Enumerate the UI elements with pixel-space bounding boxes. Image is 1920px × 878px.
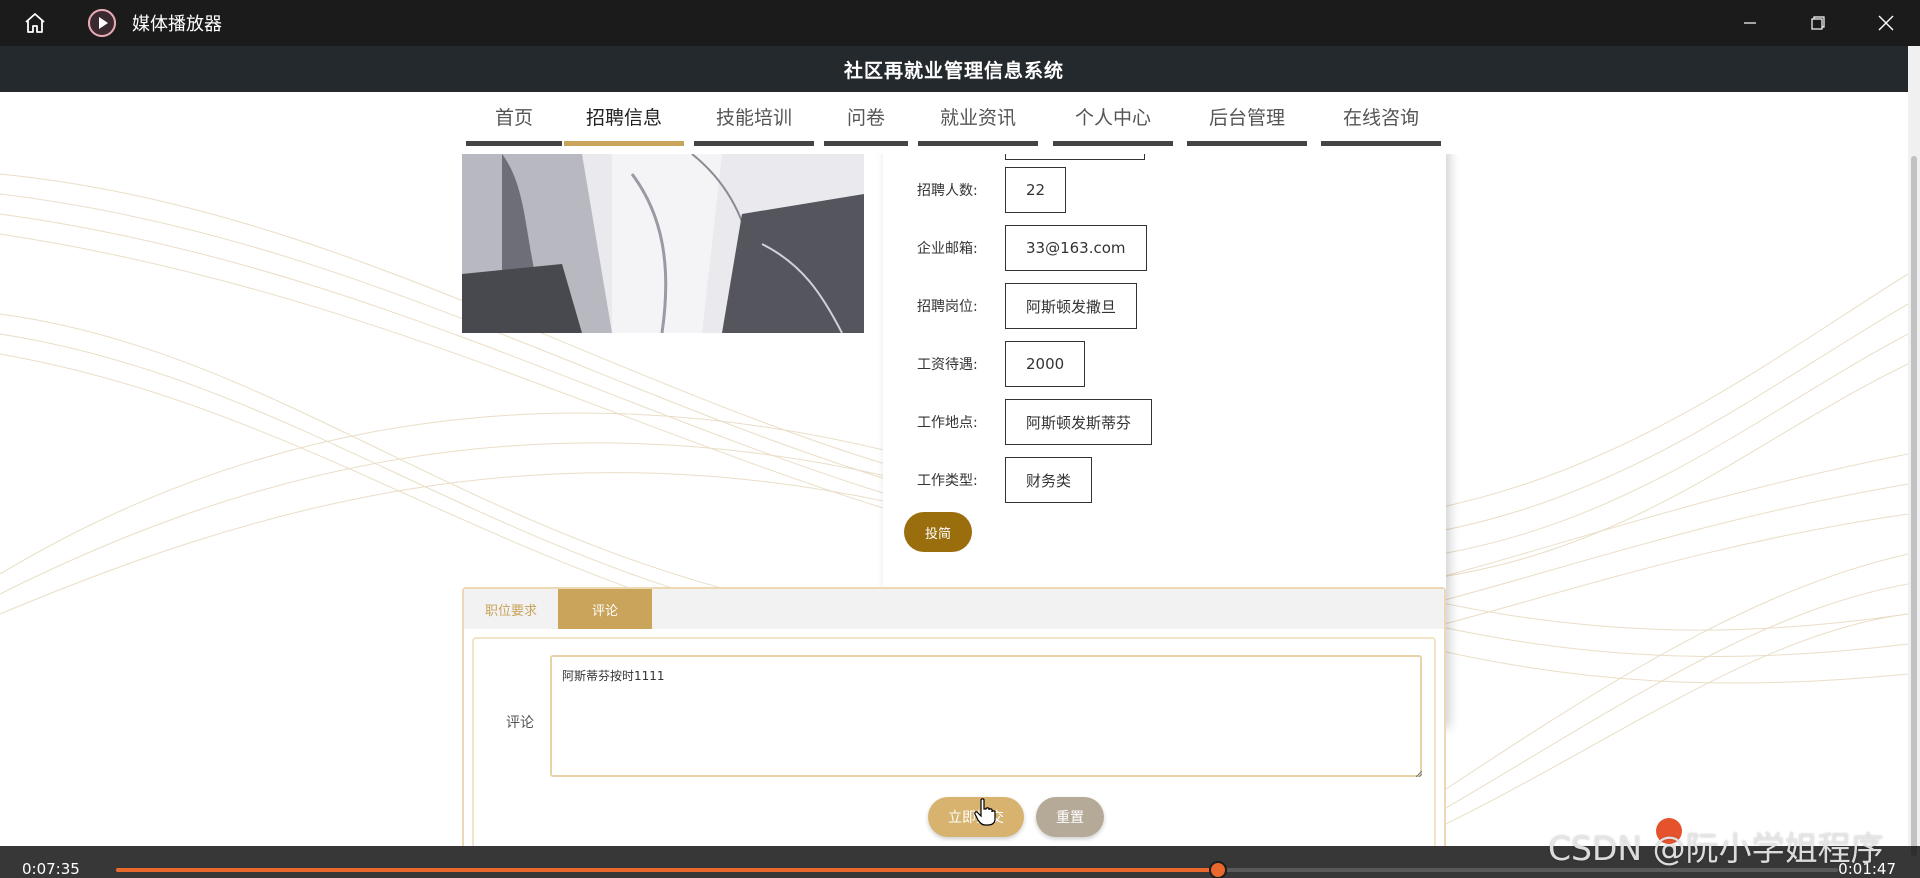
nav-label: 问卷 (846, 107, 885, 129)
field-row: 工资待遇: 2000 (883, 340, 1446, 388)
home-icon[interactable] (12, 0, 58, 46)
scrollbar-thumb[interactable] (1911, 156, 1917, 856)
field-label: 工作地点: (917, 415, 978, 431)
field-row: 企业邮箱: 33@163.com (883, 224, 1446, 272)
resize-grip-icon[interactable] (1414, 769, 1422, 777)
nav-item-home[interactable]: 首页 (466, 92, 562, 146)
nav-label: 就业资讯 (939, 107, 1016, 129)
field-row: 招聘岗位: 阿斯顿发撒旦 (883, 282, 1446, 330)
watermark-text: CSDN @阮小学姐程序 (1548, 829, 1884, 868)
field-value-email: 33@163.com (1005, 225, 1147, 271)
field-value-type: 财务类 (1005, 457, 1093, 503)
apply-button[interactable]: 投简 (904, 512, 972, 552)
field-value-salary: 2000 (1005, 341, 1086, 387)
tab-requirements[interactable]: 职位要求 (464, 589, 558, 629)
field-label: 工作类型: (917, 473, 978, 489)
field-row: 招聘人数: 22 (883, 166, 1446, 214)
close-icon[interactable] (1852, 0, 1920, 46)
field-value-location: 阿斯顿发斯蒂芬 (1005, 399, 1153, 445)
nav-item-survey[interactable]: 问卷 (824, 92, 908, 146)
reset-button[interactable]: 重置 (1036, 797, 1104, 837)
field-label: 招聘岗位: (917, 299, 978, 315)
field-row: 工作地点: 阿斯顿发斯蒂芬 (883, 398, 1446, 446)
nav-item-news[interactable]: 就业资讯 (918, 92, 1038, 146)
tabs-panel: 职位要求 评论 评论 阿斯蒂芬按时1111 立即提交 重置 (462, 587, 1446, 846)
tab-bar: 职位要求 评论 (464, 589, 1444, 629)
field-label: 工资待遇: (917, 357, 978, 373)
comment-label: 评论 (506, 715, 534, 731)
restore-icon[interactable] (1784, 0, 1852, 46)
nav-item-recruitment[interactable]: 招聘信息 (564, 92, 684, 146)
nav-item-profile[interactable]: 个人中心 (1053, 92, 1173, 146)
nav-item-consult[interactable]: 在线咨询 (1321, 92, 1441, 146)
hand-cursor-icon (974, 798, 996, 826)
site-header: 社区再就业管理信息系统 (0, 46, 1908, 92)
nav-label: 招聘信息 (585, 107, 662, 129)
page-content: 招聘人数: 22 企业邮箱: 33@163.com 招聘岗位: 阿斯顿发撒旦 工… (0, 154, 1908, 846)
field-value-headcount: 22 (1005, 167, 1067, 213)
player-title-bar: 媒体播放器 (0, 0, 1920, 46)
page-scrollbar[interactable] (1908, 46, 1920, 856)
minimize-icon[interactable] (1716, 0, 1784, 46)
nav-label: 后台管理 (1208, 107, 1285, 129)
nav-label: 首页 (494, 107, 533, 129)
seek-bar-thumb[interactable] (1209, 861, 1228, 878)
field-label: 招聘人数: (917, 183, 978, 199)
nav-label: 在线咨询 (1342, 107, 1419, 129)
comment-form: 评论 阿斯蒂芬按时1111 立即提交 重置 (472, 637, 1436, 846)
field-row: 工作类型: 财务类 (883, 456, 1446, 504)
nav-item-training[interactable]: 技能培训 (694, 92, 814, 146)
nav-item-admin[interactable]: 后台管理 (1187, 92, 1307, 146)
field-label: 企业邮箱: (917, 241, 978, 257)
job-image (462, 154, 864, 333)
nav-label: 技能培训 (715, 107, 792, 129)
site-title: 社区再就业管理信息系统 (843, 59, 1064, 82)
tab-comment[interactable]: 评论 (558, 589, 652, 629)
main-nav: 首页 招聘信息 技能培训 问卷 就业资讯 个人中心 后台管理 在线咨询 (0, 92, 1908, 154)
field-value-position: 阿斯顿发撒旦 (1005, 283, 1138, 329)
play-icon (88, 9, 116, 37)
window-controls (1716, 0, 1920, 46)
comment-input[interactable]: 阿斯蒂芬按时1111 (550, 655, 1422, 777)
player-title: 媒体播放器 (132, 14, 222, 35)
seek-bar-progress (116, 868, 1219, 872)
field-value-stub (1005, 154, 1145, 160)
current-time: 0:07:35 (22, 860, 80, 878)
nav-label: 个人中心 (1074, 107, 1151, 129)
